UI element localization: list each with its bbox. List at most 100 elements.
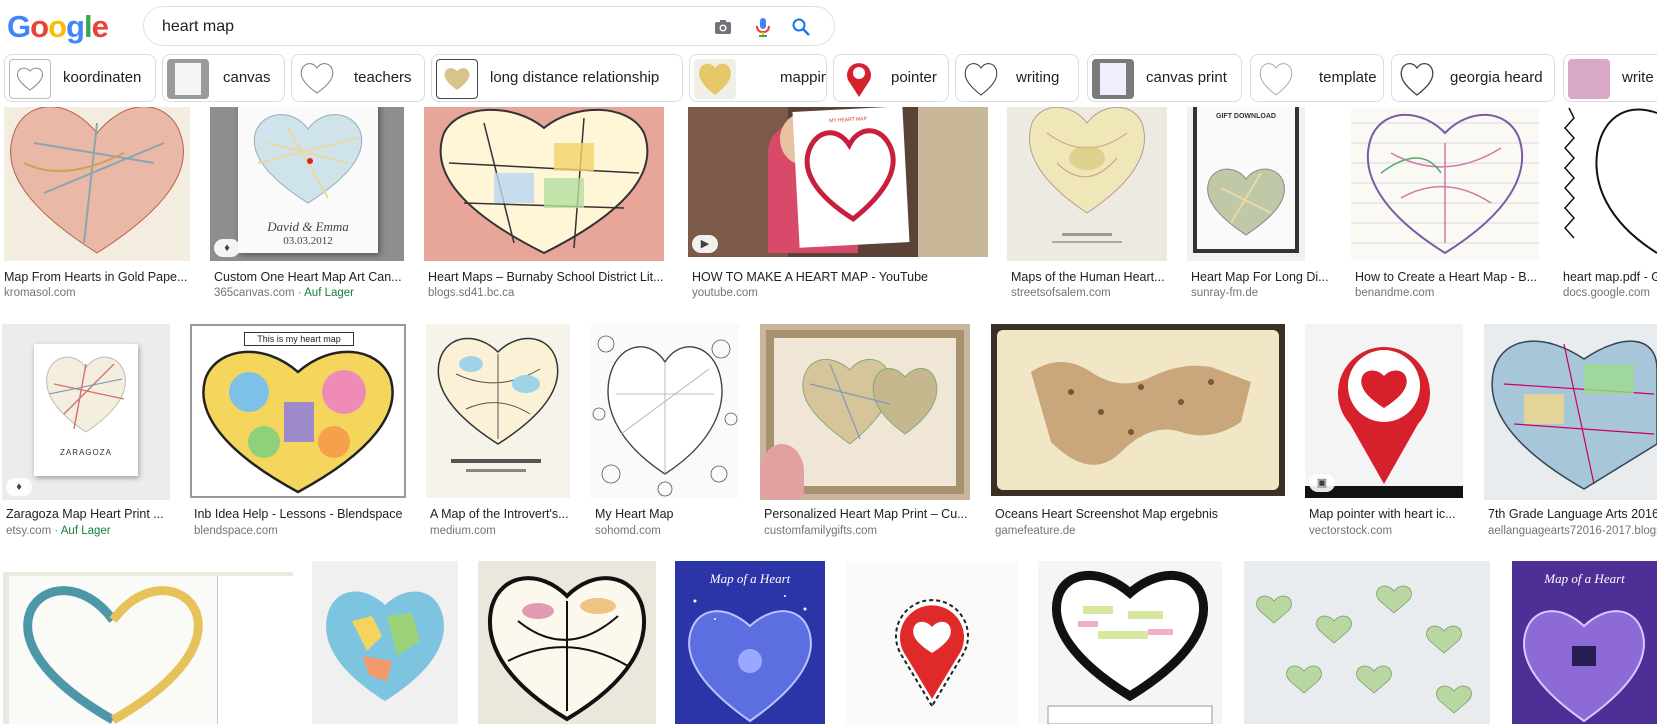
result-title[interactable]: A Map of the Introvert's... <box>430 507 572 521</box>
result-card[interactable] <box>312 561 458 724</box>
chip-thumbnail <box>1255 59 1297 99</box>
result-card[interactable]: A Map of the Introvert's... medium.com <box>426 324 572 544</box>
result-image[interactable]: David & Emma 03.03.2012 ♦ <box>210 103 404 261</box>
chip-write[interactable]: write <box>1563 54 1657 102</box>
result-title[interactable]: Map From Hearts in Gold Pape... <box>4 270 190 284</box>
chip-canvas[interactable]: canvas <box>162 54 285 102</box>
result-image[interactable] <box>1351 103 1539 261</box>
result-image[interactable] <box>591 324 739 498</box>
result-card[interactable]: heart map.pdf - G docs.google.com <box>1559 103 1657 303</box>
result-image[interactable] <box>1484 324 1657 500</box>
result-image[interactable] <box>478 561 656 724</box>
result-image[interactable] <box>760 324 970 500</box>
result-card[interactable]: GIFT DOWNLOAD Heart Map For Long Di... s… <box>1187 103 1333 303</box>
image-caption: David & Emma <box>267 219 349 234</box>
result-card[interactable]: ZARAGOZA ♦ Zaragoza Map Heart Print ... … <box>2 324 170 544</box>
result-source: youtube.com <box>692 287 758 299</box>
result-card[interactable]: Map From Hearts in Gold Pape... kromasol… <box>0 103 192 303</box>
result-card[interactable]: Map of a Heart <box>1512 561 1657 724</box>
chip-georgia-heard[interactable]: georgia heard <box>1391 54 1555 102</box>
chip-pointer[interactable]: pointer <box>833 54 949 102</box>
result-card[interactable]: How to Create a Heart Map - B... benandm… <box>1351 103 1541 303</box>
result-image[interactable]: GIFT DOWNLOAD <box>1187 103 1305 261</box>
chip-label: template <box>1319 69 1377 86</box>
result-title[interactable]: How to Create a Heart Map - B... <box>1355 270 1541 284</box>
chip-long-distance-relationship[interactable]: long distance relationship <box>431 54 683 102</box>
result-image[interactable] <box>1007 103 1167 261</box>
chip-label: koordinaten <box>63 69 142 86</box>
result-title[interactable]: heart map.pdf - G <box>1563 270 1657 284</box>
result-card[interactable]: MY HEART MAP ▶ HOW TO MAKE A HEART MAP -… <box>688 103 988 303</box>
result-title[interactable]: Maps of the Human Heart... <box>1011 270 1169 284</box>
result-title[interactable]: Personalized Heart Map Print – Cu... <box>764 507 972 521</box>
chip-label: pointer <box>891 69 937 86</box>
result-card[interactable]: Personalized Heart Map Print – Cu... cus… <box>760 324 972 544</box>
result-card[interactable] <box>1038 561 1224 724</box>
result-image[interactable]: This is my heart map <box>190 324 406 498</box>
result-title[interactable]: HOW TO MAKE A HEART MAP - YouTube <box>692 270 988 284</box>
result-image[interactable] <box>426 324 570 498</box>
search-input[interactable] <box>162 16 682 38</box>
result-image[interactable] <box>846 561 1018 724</box>
chip-writing[interactable]: writing <box>955 54 1079 102</box>
result-card[interactable] <box>846 561 1018 724</box>
result-title[interactable]: 7th Grade Language Arts 2016 <box>1488 507 1657 521</box>
result-card[interactable]: Maps of the Human Heart... streetsofsale… <box>1007 103 1169 303</box>
camera-icon[interactable] <box>712 16 734 38</box>
chip-label: canvas <box>223 69 271 86</box>
result-card[interactable]: ▣ Map pointer with heart ic... vectorsto… <box>1305 324 1465 544</box>
result-image[interactable] <box>1244 561 1490 724</box>
chip-label: canvas print <box>1146 69 1227 86</box>
result-source: docs.google.com <box>1563 287 1650 299</box>
result-card[interactable]: David & Emma 03.03.2012 ♦ Custom One Hea… <box>210 103 406 303</box>
result-source: medium.com <box>430 525 496 537</box>
result-image[interactable] <box>3 572 293 724</box>
result-source: etsy.com · Auf Lager <box>6 525 111 537</box>
result-source: sohomd.com <box>595 525 661 537</box>
result-source: customfamilygifts.com <box>764 525 878 537</box>
result-title[interactable]: Heart Maps – Burnaby School District Lit… <box>428 270 664 284</box>
chip-mapping[interactable]: mapping <box>689 54 827 102</box>
chip-thumbnail <box>1568 59 1610 99</box>
result-source: blendspace.com <box>194 525 278 537</box>
result-image[interactable] <box>4 103 190 261</box>
result-card[interactable]: Heart Maps – Burnaby School District Lit… <box>424 103 664 303</box>
result-card[interactable]: 7th Grade Language Arts 2016 aellanguage… <box>1484 324 1657 544</box>
chip-thumbnail <box>960 59 1002 99</box>
result-source: vectorstock.com <box>1309 525 1393 537</box>
result-image[interactable] <box>1559 103 1657 261</box>
result-title[interactable]: My Heart Map <box>595 507 741 521</box>
result-card[interactable]: Oceans Heart Screenshot Map ergebnis gam… <box>991 324 1287 544</box>
result-card[interactable]: This is my heart map Inb Idea Help - Les… <box>190 324 406 544</box>
result-title[interactable]: Oceans Heart Screenshot Map ergebnis <box>995 507 1287 521</box>
result-title[interactable]: Map pointer with heart ic... <box>1309 507 1465 521</box>
result-title[interactable]: Custom One Heart Map Art Can... <box>214 270 404 284</box>
result-card[interactable] <box>1244 561 1492 724</box>
result-card[interactable]: Map of a Heart <box>675 561 827 724</box>
result-card[interactable] <box>478 561 656 724</box>
result-image[interactable] <box>991 324 1285 496</box>
result-image[interactable]: ZARAGOZA ♦ <box>2 324 170 500</box>
result-title[interactable]: Zaragoza Map Heart Print ... <box>6 507 168 521</box>
chip-canvas-print[interactable]: canvas print <box>1087 54 1242 102</box>
result-image[interactable] <box>424 103 664 261</box>
result-title[interactable]: Heart Map For Long Di... <box>1191 270 1331 284</box>
result-source: sunray-fm.de <box>1191 287 1259 299</box>
chip-teachers[interactable]: teachers <box>291 54 425 102</box>
chip-label: write <box>1622 69 1654 86</box>
google-logo[interactable]: Google <box>7 9 109 45</box>
result-image[interactable]: MY HEART MAP ▶ <box>688 103 988 257</box>
chip-template[interactable]: template <box>1250 54 1384 102</box>
result-card[interactable]: My Heart Map sohomd.com <box>591 324 741 544</box>
search-box <box>143 6 835 46</box>
microphone-icon[interactable] <box>752 16 774 38</box>
result-image[interactable] <box>1038 561 1222 724</box>
result-image[interactable] <box>312 561 458 724</box>
chip-koordinaten[interactable]: koordinaten <box>4 54 156 102</box>
result-title[interactable]: Inb Idea Help - Lessons - Blendspace <box>194 507 406 521</box>
search-icon[interactable] <box>790 16 812 38</box>
result-image[interactable]: Map of a Heart <box>1512 561 1657 724</box>
result-image[interactable]: ▣ <box>1305 324 1463 498</box>
result-card[interactable] <box>3 572 293 724</box>
result-image[interactable]: Map of a Heart <box>675 561 825 724</box>
